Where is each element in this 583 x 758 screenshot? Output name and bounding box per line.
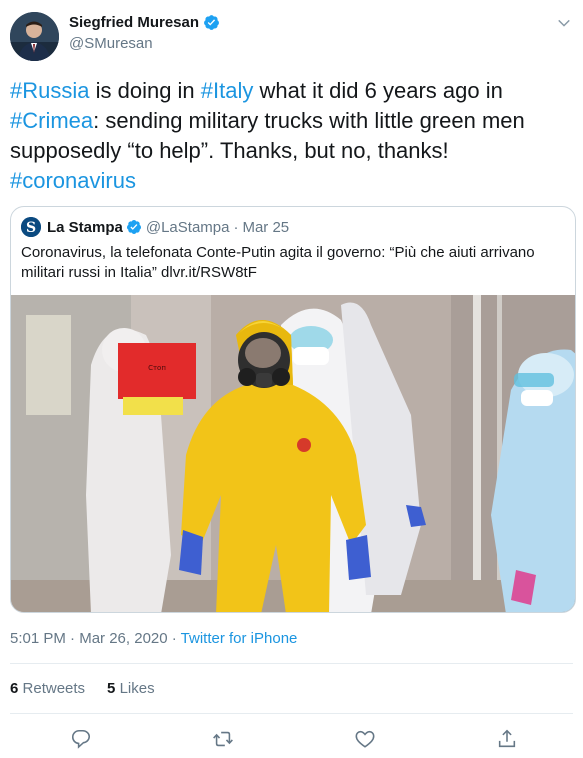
tweet-text-segment: is doing in xyxy=(89,78,201,103)
tweet-date[interactable]: Mar 26, 2020 xyxy=(79,630,167,647)
reply-icon[interactable] xyxy=(70,728,92,750)
chevron-down-icon[interactable] xyxy=(555,14,573,32)
quoted-text: Coronavirus, la telefonata Conte-Putin a… xyxy=(21,244,535,281)
retweet-icon[interactable] xyxy=(212,728,234,750)
retweets-label: Retweets xyxy=(22,680,86,697)
hashtag-link[interactable]: #Crimea xyxy=(10,108,93,133)
meta-separator: · xyxy=(65,630,80,647)
share-icon[interactable] xyxy=(496,728,518,750)
verified-badge-icon xyxy=(204,15,219,30)
retweets-stat[interactable]: 6 Retweets xyxy=(10,680,85,697)
tweet-source-link[interactable]: Twitter for iPhone xyxy=(181,630,298,647)
tweet-time[interactable]: 5:01 PM xyxy=(10,630,66,647)
avatar[interactable] xyxy=(10,12,59,61)
tweet-meta: 5:01 PM · Mar 26, 2020 · Twitter for iPh… xyxy=(10,630,297,647)
heart-icon[interactable] xyxy=(354,728,376,750)
meta-separator: · xyxy=(167,630,181,647)
author-display-name[interactable]: Siegfried Muresan xyxy=(69,14,220,31)
quoted-separator: · xyxy=(233,218,239,236)
quoted-tweet[interactable]: S La Stampa @LaStampa · Mar 25 Coronavir… xyxy=(10,206,576,613)
tweet-text: #Russia is doing in #Italy what it did 6… xyxy=(10,76,570,196)
divider xyxy=(10,713,573,714)
quoted-tweet-header: S La Stampa @LaStampa · Mar 25 xyxy=(21,217,289,237)
tweet-card: Siegfried Muresan @SMuresan #Russia is d… xyxy=(0,0,583,757)
likes-count: 5 xyxy=(107,680,116,697)
la-stampa-logo-icon[interactable]: S xyxy=(21,217,41,237)
author-handle[interactable]: @SMuresan xyxy=(69,35,220,52)
hashtag-link[interactable]: #coronavirus xyxy=(10,168,136,193)
divider xyxy=(10,663,573,664)
quoted-display-name[interactable]: La Stampa xyxy=(47,219,123,236)
tweet-text-segment: what it did 6 years ago in xyxy=(253,78,503,103)
hashtag-link[interactable]: #Russia xyxy=(10,78,89,103)
tweet-actions xyxy=(0,718,583,758)
quoted-handle[interactable]: @LaStampa xyxy=(146,219,230,236)
photo-sign-text: Стоп xyxy=(148,364,166,372)
quoted-photo[interactable]: Стоп xyxy=(11,295,576,613)
author-name-text: Siegfried Muresan xyxy=(69,14,200,31)
quoted-date[interactable]: Mar 25 xyxy=(242,219,289,236)
likes-stat[interactable]: 5 Likes xyxy=(107,680,155,697)
tweet-stats: 6 Retweets 5 Likes xyxy=(10,680,155,697)
tweet-author[interactable]: Siegfried Muresan @SMuresan xyxy=(69,14,220,52)
likes-label: Likes xyxy=(119,680,155,697)
verified-badge-icon xyxy=(126,220,141,234)
hashtag-link[interactable]: #Italy xyxy=(201,78,254,103)
retweets-count: 6 xyxy=(10,680,19,697)
svg-text:S: S xyxy=(26,220,36,236)
